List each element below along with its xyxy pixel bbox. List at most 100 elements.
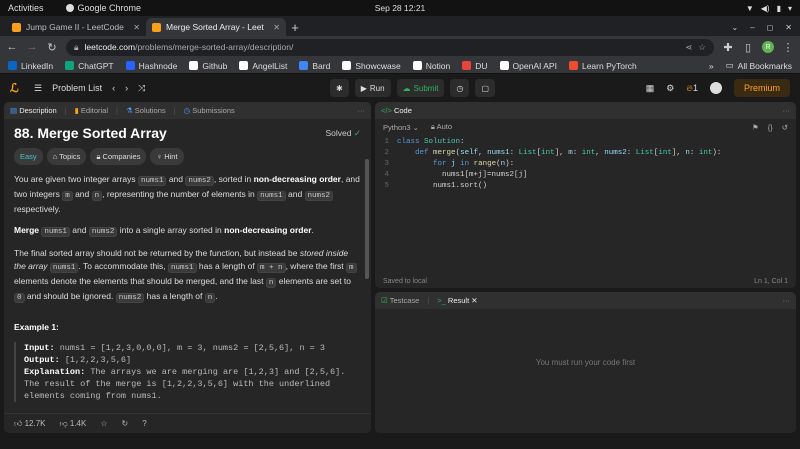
- thumbs-down-icon: 👎︎: [59, 418, 68, 428]
- bookmark-item[interactable]: Github: [189, 61, 227, 71]
- doc-icon: ▤: [10, 106, 18, 115]
- next-problem-icon[interactable]: ›: [125, 83, 128, 93]
- scrollbar[interactable]: [365, 159, 369, 279]
- tab-solutions[interactable]: ⚗ Solutions: [126, 106, 166, 115]
- close-icon[interactable]: ✕: [273, 23, 280, 32]
- bookmark-item[interactable]: DU: [462, 61, 488, 71]
- close-icon[interactable]: ✕: [471, 296, 477, 305]
- chrome-icon: [65, 4, 74, 12]
- star-icon[interactable]: ☆: [100, 419, 107, 428]
- run-controls: ✱ ▶ Run ☁ Submit ◷ ▢: [330, 79, 495, 97]
- chevron-down-icon: ⌄: [412, 122, 419, 132]
- braces-icon[interactable]: {}: [768, 123, 773, 132]
- dislike-button[interactable]: 👎︎ 1.4K: [60, 419, 87, 429]
- browser-tab-active[interactable]: Merge Sorted Array - Leet ✕: [146, 18, 286, 36]
- tab-testcase[interactable]: ☑ Testcase: [381, 296, 419, 305]
- address-bar[interactable]: 🔒︎ leetcode.com/problems/merge-sorted-ar…: [66, 38, 714, 56]
- code-editor[interactable]: 1 class Solution: 2 def merge(self, nums1…: [375, 135, 796, 192]
- more-icon[interactable]: ···: [783, 106, 791, 115]
- clock-icon: ◷: [456, 83, 464, 93]
- inline-code: m + n: [257, 263, 286, 273]
- leetcode-logo[interactable]: ℒ: [10, 81, 24, 95]
- debug-button[interactable]: ✱: [330, 79, 349, 97]
- bookmark-item[interactable]: ChatGPT: [65, 61, 114, 71]
- topics-pill[interactable]: ⌂ Topics: [46, 148, 87, 165]
- browser-tab[interactable]: Jump Game II - LeetCode ✕: [6, 18, 146, 36]
- menu-icon[interactable]: ⋮: [782, 41, 794, 54]
- reset-icon[interactable]: ↺: [782, 123, 788, 132]
- sidepanel-icon[interactable]: ▯: [742, 41, 754, 54]
- inline-code: m: [62, 191, 73, 201]
- bookmark-item[interactable]: Showcwase: [342, 61, 401, 71]
- bookmark-item[interactable]: OpenAI API: [499, 61, 557, 71]
- share-icon[interactable]: ⋖: [685, 42, 692, 53]
- tab-description[interactable]: ▤ Description: [10, 106, 57, 115]
- tab-editorial[interactable]: ▮ Editorial: [75, 106, 108, 115]
- hint-pill[interactable]: ♀ Hint: [150, 148, 184, 165]
- tab-result[interactable]: >_ Result ✕: [437, 296, 477, 305]
- prev-problem-icon[interactable]: ‹: [112, 83, 115, 93]
- bookmark-item[interactable]: Bard: [299, 61, 330, 71]
- bookmark-icon[interactable]: ⚑: [752, 123, 759, 132]
- bookmark-item[interactable]: Hashnode: [125, 61, 177, 71]
- bookmark-item[interactable]: Learn PyTorch: [568, 61, 637, 71]
- problem-list-link[interactable]: Problem List: [52, 83, 102, 93]
- auto-toggle[interactable]: 🔒︎ Auto: [431, 122, 452, 132]
- more-icon[interactable]: ···: [358, 106, 366, 115]
- close-icon[interactable]: ✕: [133, 23, 140, 32]
- tab-code[interactable]: </> Code: [381, 106, 412, 115]
- back-icon[interactable]: ←: [6, 41, 18, 53]
- share-icon[interactable]: ↻: [122, 419, 129, 428]
- tab-submissions[interactable]: ◷ Submissions: [184, 106, 235, 115]
- upload-icon: ☁: [402, 83, 411, 93]
- forward-icon[interactable]: →: [26, 41, 38, 53]
- difficulty-badge[interactable]: Easy: [14, 148, 43, 165]
- bookmark-item[interactable]: Notion: [412, 61, 450, 71]
- run-button[interactable]: ▶ Run: [354, 79, 391, 97]
- tag-icon: ⌂: [52, 152, 58, 161]
- shuffle-icon[interactable]: ⤨: [138, 83, 145, 94]
- close-window-icon[interactable]: ✕: [785, 23, 792, 32]
- timer-button[interactable]: ◷: [450, 79, 470, 97]
- inline-code: n: [204, 293, 216, 303]
- bookmark-item[interactable]: LinkedIn: [8, 61, 53, 71]
- flask-icon: ⚗: [125, 106, 133, 115]
- extensions-icon[interactable]: ✚: [722, 41, 734, 54]
- star-icon[interactable]: ☆: [698, 42, 706, 53]
- avatar[interactable]: R: [762, 41, 774, 53]
- premium-button[interactable]: Premium: [733, 79, 790, 97]
- submit-button[interactable]: ☁ Submit: [396, 79, 445, 97]
- help-icon[interactable]: ?: [142, 419, 146, 428]
- more-bookmarks-icon[interactable]: »: [709, 61, 714, 71]
- maximize-icon[interactable]: ◻: [767, 23, 774, 32]
- tab-search-icon[interactable]: ⌄: [732, 23, 739, 32]
- streak-counter[interactable]: 🔥︎1: [686, 83, 698, 94]
- more-icon[interactable]: ···: [783, 296, 791, 305]
- clock[interactable]: Sep 28 12:21: [375, 3, 426, 13]
- inline-code: nums2: [88, 227, 118, 237]
- settings-icon[interactable]: ⚙: [666, 83, 674, 94]
- system-tray[interactable]: ▼ ◀) ▮ ▾: [746, 4, 792, 13]
- text-run: into a single array sorted in: [117, 225, 225, 235]
- bookmark-icon: [568, 61, 578, 70]
- example-title: Example 1:: [14, 322, 59, 332]
- companies-pill[interactable]: 🔒︎ Companies: [90, 148, 147, 165]
- emphasis: non-decreasing order: [224, 225, 312, 235]
- app-indicator[interactable]: Google Chrome: [65, 3, 141, 13]
- minimize-icon[interactable]: –: [750, 23, 754, 32]
- text-run: , representing the number of elements in: [102, 189, 258, 199]
- bookmark-item[interactable]: AngelList: [239, 61, 287, 71]
- layout-icon[interactable]: ▦: [646, 83, 655, 94]
- text-run: respectively.: [14, 204, 61, 214]
- bulb-icon: ♀: [156, 152, 163, 161]
- text-run: elements are set to: [276, 276, 352, 286]
- new-tab-button[interactable]: +: [286, 18, 304, 36]
- language-select[interactable]: Python3 ⌄: [383, 123, 419, 132]
- code-line: 3 for j in range(n):: [384, 160, 515, 168]
- all-bookmarks-button[interactable]: ▭ All Bookmarks: [726, 60, 792, 71]
- like-button[interactable]: 👍︎ 12.7K: [14, 419, 46, 429]
- reload-icon[interactable]: ↻: [46, 41, 58, 54]
- activities-button[interactable]: Activities: [8, 3, 44, 13]
- user-avatar[interactable]: [709, 82, 722, 94]
- notes-button[interactable]: ▢: [475, 79, 495, 97]
